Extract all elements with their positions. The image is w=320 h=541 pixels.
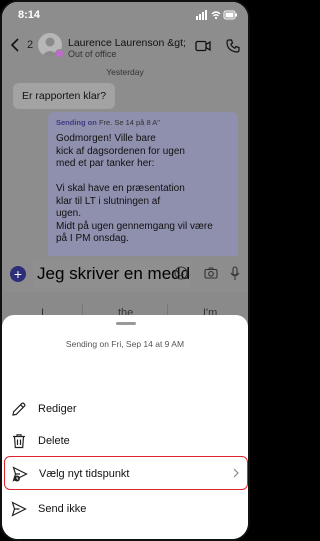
scheduled-message[interactable]: Sending on Fre. Se 14 på 8 A" Godmorgen!… (48, 112, 238, 276)
sheet-title: Sending on Fri, Sep 14 at 9 AM (65, 339, 185, 349)
trash-icon (13, 434, 25, 449)
message-line: Midt på ugen gennemgang vil være (56, 220, 213, 232)
emoji-icon[interactable] (174, 266, 188, 280)
message-input[interactable]: Jeg skriver en meddelelse (33, 260, 191, 288)
message-line: Godmorgen! Ville bare (56, 133, 156, 144)
menu-item-choose-new-time[interactable]: Vælg nyt tidspunkt (4, 456, 248, 490)
send-clock-icon (12, 466, 28, 482)
status-bar: 8:14 (2, 2, 248, 28)
status-time: 8:14 (18, 9, 41, 21)
phone-screen: 8:14 2 Laurence Laurenson &gt; Out of of… (0, 0, 250, 541)
back-chevron-icon[interactable] (10, 38, 20, 52)
participant-count: 2 (27, 39, 34, 51)
compose-bar: + Jeg skriver en meddelelse (2, 256, 248, 292)
phone-call-icon[interactable] (226, 39, 240, 53)
camera-icon[interactable] (204, 267, 218, 279)
action-sheet: Sending on Fri, Sep 14 at 9 AM Rediger D… (2, 315, 248, 539)
menu-item-edit[interactable]: Rediger (2, 395, 248, 423)
message-line: kick af dagsordenen for ugen (56, 145, 185, 157)
menu-item-label: Rediger (38, 403, 77, 415)
incoming-message[interactable]: Er rapporten klar? (13, 83, 116, 109)
pencil-icon (12, 402, 26, 416)
video-call-icon[interactable] (195, 40, 211, 52)
drag-handle[interactable] (116, 322, 136, 325)
microphone-icon[interactable] (230, 266, 240, 281)
status-icons (196, 10, 237, 20)
message-line: Vi skal have en præsentation (56, 183, 185, 194)
message-line: klar til LT i slutningen af (56, 195, 161, 207)
chevron-right-icon (233, 468, 239, 478)
message-line: ugen. (56, 208, 82, 219)
menu-item-label: Delete (38, 435, 70, 447)
scheduled-time: Fre. Se 14 på 8 A" (98, 118, 160, 127)
scheduled-prefix: Sending on (56, 118, 97, 127)
presence-badge (55, 49, 64, 58)
scheduled-label: Sending on Fre. Se 14 på 8 A" (56, 118, 230, 127)
send-icon (11, 501, 27, 517)
message-line: på I PM onsdag. (56, 233, 129, 244)
scheduled-message-text: Godmorgen! Ville bare kick af dagsordene… (56, 133, 230, 246)
message-line (56, 171, 230, 184)
contact-name[interactable]: Laurence Laurenson &gt; (68, 37, 186, 49)
message-line: med et par tanker her: (56, 158, 155, 169)
menu-item-delete[interactable]: Delete (2, 427, 248, 455)
menu-item-label: Vælg nyt tidspunkt (39, 468, 130, 480)
menu-item-label: Send ikke (38, 503, 87, 515)
add-button[interactable]: + (10, 266, 26, 282)
contact-status: Out of office (68, 49, 117, 59)
chat-header: 2 Laurence Laurenson &gt; Out of office (2, 28, 248, 64)
day-separator: Yesterday (106, 67, 144, 77)
message-list: Yesterday Er rapporten klar? Sending on … (2, 64, 248, 284)
menu-item-dont-send[interactable]: Send ikke (2, 495, 248, 523)
